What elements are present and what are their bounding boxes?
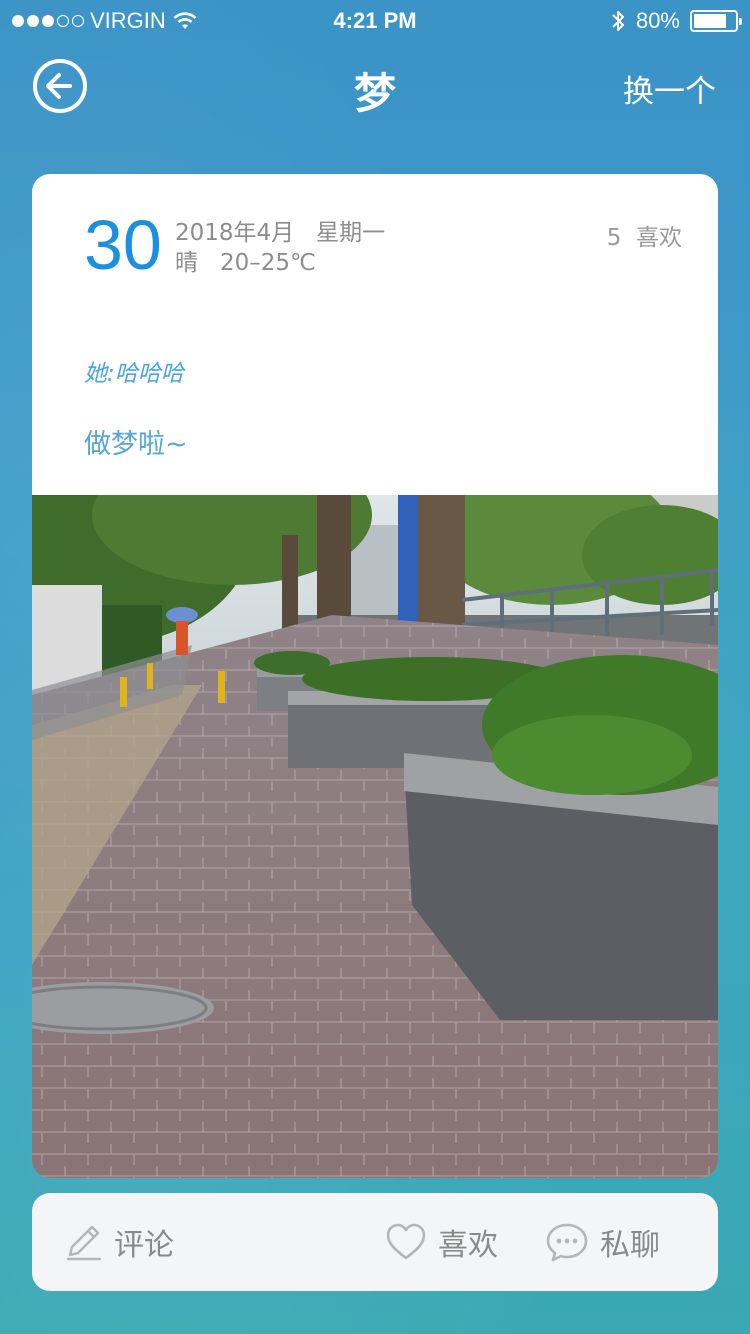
date-day: 30 [84,206,162,284]
likes-number: 5 [606,225,622,251]
year-month: 2018年4月 [175,220,295,246]
post-content: 做梦啦~ [84,429,188,460]
likes-label: 喜欢 [636,225,682,251]
post-card: 30 2018年4月 星期一 晴 20–25℃ 5 喜欢 她:哈哈哈 做梦啦~ [32,174,718,1178]
chat-bubble-icon [546,1223,588,1262]
heart-icon [386,1223,426,1260]
like-label: 喜欢 [438,1228,498,1263]
action-bar: 评论 喜欢 私聊 [32,1193,718,1291]
bluetooth-icon [612,11,624,31]
chat-button[interactable]: 私聊 [544,1193,660,1291]
like-button[interactable]: 喜欢 [384,1193,498,1291]
date-meta: 2018年4月 星期一 晴 20–25℃ [175,218,385,278]
weekday: 星期一 [316,220,386,246]
author-line: 她:哈哈哈 [84,361,184,387]
temperature: 20–25℃ [219,250,316,276]
battery-percent: 80% [635,8,680,33]
post-photo[interactable] [32,495,718,1178]
nav-bar: 梦 换一个 [0,50,750,120]
chat-label: 私聊 [600,1228,660,1263]
likes-count: 5 喜欢 [607,218,682,252]
battery-level-fill [694,14,726,28]
switch-button[interactable]: 换一个 [623,66,716,111]
status-bar: VIRGIN 4:21 PM 80% [0,0,750,40]
battery-icon [690,10,742,32]
comment-label: 评论 [114,1228,174,1263]
sidewalk-photo-illustration [32,495,718,1178]
weather: 晴 [175,250,198,276]
pencil-icon [66,1225,102,1261]
status-right: 80% [610,8,742,34]
comment-button[interactable]: 评论 [62,1193,174,1291]
